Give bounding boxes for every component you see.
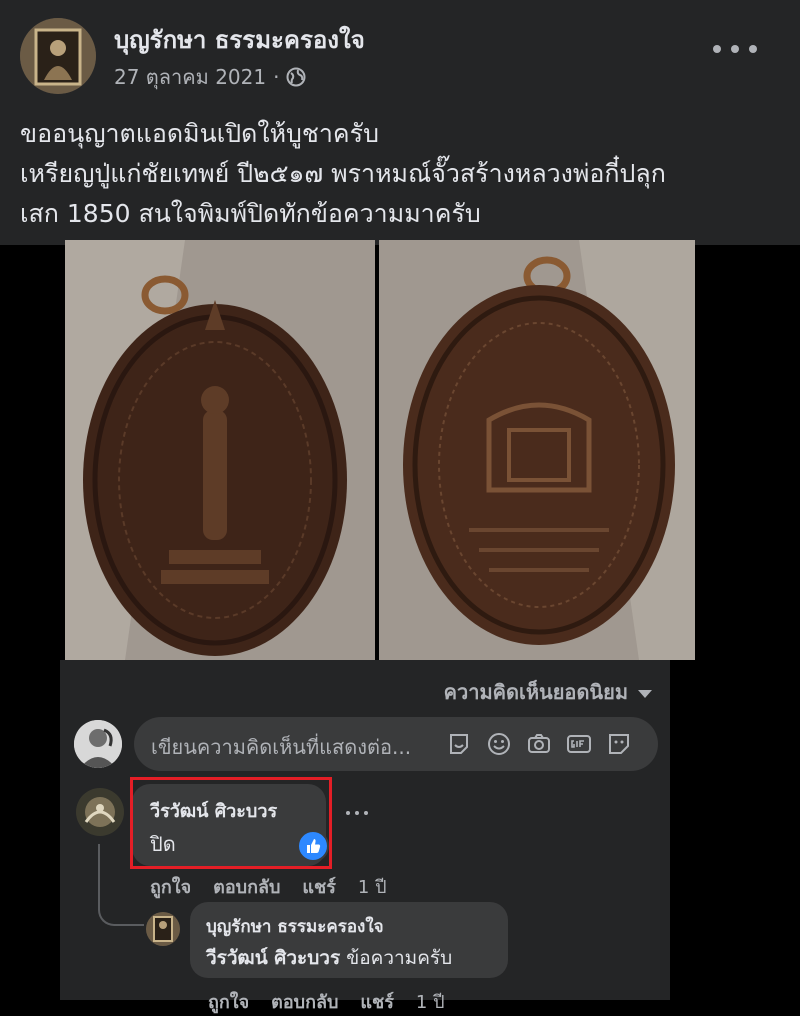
- comment-sort-dropdown[interactable]: ความคิดเห็นยอดนิยม: [444, 676, 652, 708]
- post-meta: 27 ตุลาคม 2021 ·: [114, 61, 306, 93]
- reply-button[interactable]: ตอบกลับ: [213, 872, 280, 901]
- current-user-avatar[interactable]: [74, 720, 122, 768]
- medal-back-photo[interactable]: [379, 240, 695, 660]
- comment-placeholder: เขียนความคิดเห็นที่แสดงต่อ...: [151, 735, 412, 759]
- reply-message: ข้อความครับ: [346, 947, 453, 969]
- post-text: ขออนุญาตแอดมินเปิดให้บูชาครับ เหรียญปู่แ…: [20, 114, 790, 234]
- comment-input[interactable]: เขียนความคิดเห็นที่แสดงต่อ...: [134, 717, 658, 771]
- post-photos: [65, 240, 695, 660]
- emoji-icon[interactable]: [486, 731, 512, 757]
- reply-thread-line: [98, 844, 144, 926]
- author-avatar[interactable]: [20, 18, 96, 94]
- sticker-icon[interactable]: [446, 731, 472, 757]
- gif-icon[interactable]: [566, 731, 592, 757]
- post-text-line: ขออนุญาตแอดมินเปิดให้บูชาครับ: [20, 119, 379, 148]
- caret-down-icon: [638, 690, 652, 698]
- post-text-line: เหรียญปู่แก่ชัยเทพย์ ปี๒๕๑๗ พราหมณ์จั๊วส…: [20, 159, 666, 188]
- like-button[interactable]: ถูกใจ: [150, 872, 191, 901]
- comments-section: ความคิดเห็นยอดนิยม เขียนความคิดเห็นที่แส…: [60, 660, 670, 1013]
- comment-options-button[interactable]: [346, 808, 368, 818]
- avatar-sticker-icon[interactable]: [606, 731, 632, 757]
- reply-like-button[interactable]: ถูกใจ: [208, 987, 249, 1016]
- reply-bubble: บุญรักษา ธรรมะครองใจ วีรวัฒน์ ศิวะบวร ข้…: [190, 902, 508, 978]
- post-options-button[interactable]: [713, 34, 757, 64]
- commenter-avatar[interactable]: [76, 788, 124, 836]
- post-text-line: เสก 1850 สนใจพิมพ์ปิดทักข้อความมาครับ: [20, 199, 481, 228]
- composer-icons: [446, 731, 646, 757]
- medal-front-photo[interactable]: [65, 240, 375, 660]
- comment-time[interactable]: 1 ปี: [358, 872, 387, 901]
- reply-actions: ถูกใจ ตอบกลับ แชร์ 1 ปี: [208, 987, 467, 1016]
- reply-text: วีรวัฒน์ ศิวะบวร ข้อความครับ: [206, 943, 452, 973]
- reply-share-button[interactable]: แชร์: [360, 987, 394, 1016]
- reply-time[interactable]: 1 ปี: [416, 987, 445, 1016]
- reply-mention[interactable]: วีรวัฒน์ ศิวะบวร: [206, 947, 340, 969]
- comment-actions: ถูกใจ ตอบกลับ แชร์ 1 ปี: [150, 872, 409, 901]
- globe-icon[interactable]: [286, 67, 306, 87]
- meta-separator: ·: [273, 65, 280, 89]
- reply-author[interactable]: บุญรักษา ธรรมะครองใจ: [206, 913, 384, 940]
- highlight-box: [130, 777, 332, 869]
- reply-author-avatar[interactable]: [146, 912, 180, 946]
- reply-reply-button[interactable]: ตอบกลับ: [271, 987, 338, 1016]
- post-card: บุญรักษา ธรรมะครองใจ 27 ตุลาคม 2021 · ขอ…: [0, 0, 800, 245]
- sort-label: ความคิดเห็นยอดนิยม: [443, 680, 628, 704]
- post-author-name[interactable]: บุญรักษา ธรรมะครองใจ: [114, 20, 365, 59]
- post-date[interactable]: 27 ตุลาคม 2021: [114, 61, 266, 93]
- share-button[interactable]: แชร์: [302, 872, 336, 901]
- camera-icon[interactable]: [526, 731, 552, 757]
